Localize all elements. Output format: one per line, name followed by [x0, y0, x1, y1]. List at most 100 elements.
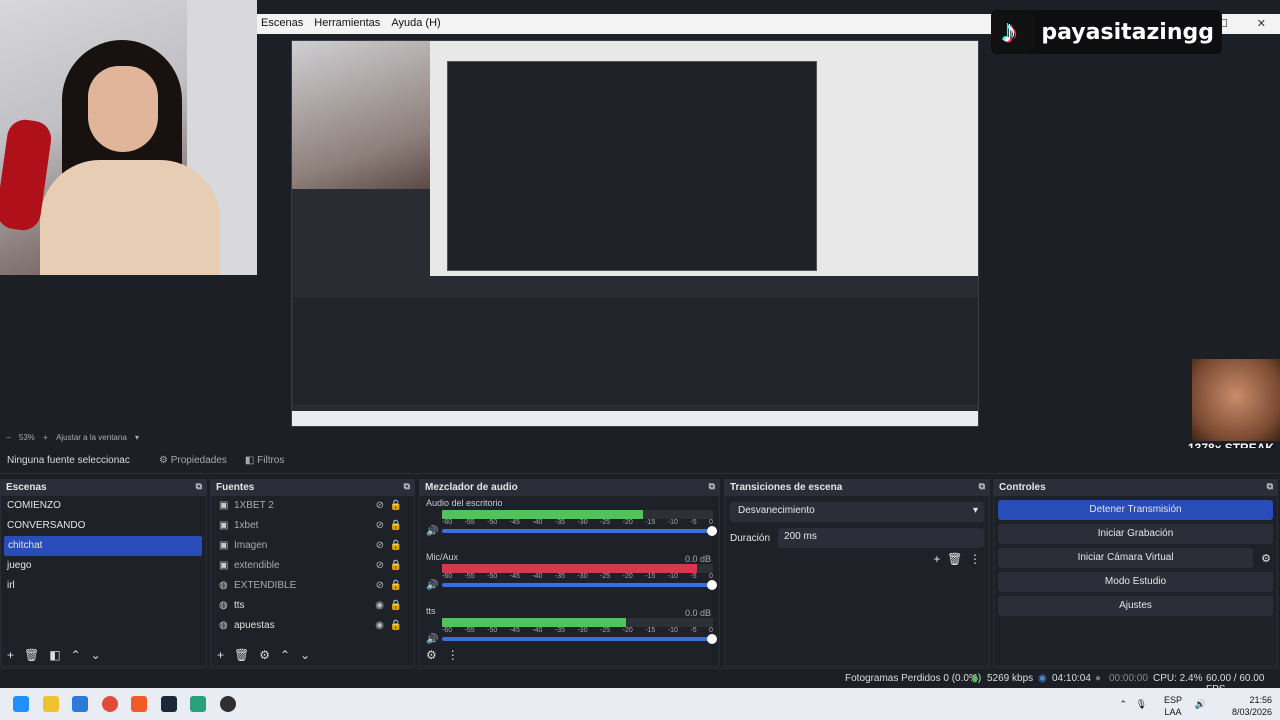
tiktok-username: payasitazingg	[1041, 19, 1214, 45]
source-item[interactable]: ◍ tts ◉ 🔒	[211, 596, 414, 616]
scene-item-selected[interactable]: chitchat	[4, 536, 202, 556]
mic-icon[interactable]: 🎙	[1136, 698, 1147, 710]
eye-hidden-icon[interactable]: ⊘	[376, 536, 384, 556]
transitions-title: Transiciones de escena	[730, 482, 843, 493]
filter-icon[interactable]: ◧	[49, 648, 60, 662]
chevron-up-icon[interactable]: ⌃	[1119, 698, 1127, 710]
more-icon[interactable]: ⋮	[447, 648, 459, 662]
menu-herramientas[interactable]: Herramientas	[310, 14, 384, 32]
speaker-icon[interactable]: 🔊	[426, 580, 438, 591]
volume-knob[interactable]	[707, 634, 717, 644]
volume-knob[interactable]	[707, 580, 717, 590]
eye-hidden-icon[interactable]: ⊘	[376, 576, 384, 596]
zoom-out-icon[interactable]: −	[6, 433, 11, 442]
add-icon[interactable]: +	[7, 648, 14, 662]
up-icon[interactable]: ⌃	[71, 648, 81, 662]
add-icon[interactable]: +	[933, 552, 940, 566]
menu-ayuda[interactable]: Ayuda (H)	[387, 14, 444, 32]
speaker-icon[interactable]: 🔊	[426, 634, 438, 645]
undock-icon[interactable]: ⧉	[979, 481, 985, 492]
trash-icon[interactable]: 🗑	[947, 552, 962, 566]
lock-icon[interactable]: 🔒	[390, 576, 402, 596]
duration-field[interactable]: 200 ms	[778, 528, 984, 548]
volume-slider[interactable]	[442, 580, 717, 590]
volume-knob[interactable]	[707, 526, 717, 536]
down-icon[interactable]: ⌄	[91, 648, 101, 662]
source-item[interactable]: ▣ extendible ⊘ 🔒	[211, 556, 414, 576]
gear-icon: ⚙	[159, 455, 171, 466]
scale-tick: -60	[442, 627, 453, 634]
lock-icon[interactable]: 🔒	[390, 536, 402, 556]
close-icon[interactable]: ✕	[1253, 14, 1270, 33]
source-item[interactable]: ◍ apuestas ◉ 🔒	[211, 616, 414, 636]
source-item[interactable]: ▣ 1XBET 2 ⊘ 🔒	[211, 496, 414, 516]
scale-tick: -50	[487, 519, 498, 526]
scene-item[interactable]: CONVERSANDO	[1, 516, 206, 536]
tiktok-icon	[991, 11, 1036, 53]
speaker-icon[interactable]: 🔊	[1195, 698, 1206, 710]
stream-preview[interactable]	[291, 40, 979, 427]
lang-code[interactable]: ESP	[1162, 694, 1184, 706]
eye-hidden-icon[interactable]: ⊘	[376, 516, 384, 536]
menu-escenas[interactable]: Escenas	[257, 14, 307, 32]
add-icon[interactable]: +	[217, 648, 224, 662]
trash-icon[interactable]: 🗑	[24, 648, 39, 662]
filters-button[interactable]: ◧ Filtros	[239, 452, 290, 469]
transition-select[interactable]: Desvanecimiento ▾	[730, 502, 984, 522]
scale-tick: -25	[600, 519, 611, 526]
file-explorer-icon[interactable]	[43, 696, 59, 712]
no-source-label: Ninguna fuente seleccionac	[7, 455, 130, 466]
stop-streaming-button[interactable]: Detener Transmisión	[998, 500, 1273, 520]
eye-hidden-icon[interactable]: ⊘	[376, 556, 384, 576]
lock-icon[interactable]: 🔒	[390, 516, 402, 536]
lock-icon[interactable]: 🔒	[390, 596, 402, 616]
notepad-icon[interactable]	[190, 696, 206, 712]
lock-icon[interactable]: 🔒	[390, 616, 402, 636]
undock-icon[interactable]: ⧉	[709, 481, 715, 492]
gear-icon[interactable]: ⚙	[1261, 552, 1271, 565]
scale-tick: -55	[464, 573, 475, 580]
fit-window[interactable]: Ajustar a la ventana	[56, 433, 127, 442]
studio-mode-button[interactable]: Modo Estudio	[998, 572, 1273, 592]
undock-icon[interactable]: ⧉	[1267, 481, 1273, 492]
scale-tick: -30	[577, 627, 588, 634]
more-icon[interactable]: ⋮	[969, 552, 981, 566]
source-item[interactable]: ◍ EXTENDIBLE ⊘ 🔒	[211, 576, 414, 596]
lock-icon[interactable]: 🔒	[390, 496, 402, 516]
start-virtual-camera-button[interactable]: Iniciar Cámara Virtual	[998, 548, 1254, 568]
scene-item[interactable]: irl	[1, 576, 206, 596]
scene-item[interactable]: juego	[1, 556, 206, 576]
scale-tick: -25	[600, 573, 611, 580]
brave-icon[interactable]	[131, 696, 147, 712]
volume-slider[interactable]	[442, 526, 717, 536]
eye-icon[interactable]: ◉	[375, 596, 384, 616]
speaker-icon[interactable]: 🔊	[426, 526, 438, 537]
undock-icon[interactable]: ⧉	[404, 481, 410, 492]
gear-icon[interactable]: ⚙	[259, 648, 270, 662]
bitrate: 5269 kbps	[987, 673, 1034, 684]
gear-icon[interactable]: ⚙	[426, 648, 437, 662]
clock-time[interactable]: 21:56	[1212, 694, 1272, 706]
obs-icon[interactable]	[220, 696, 236, 712]
up-icon[interactable]: ⌃	[280, 648, 290, 662]
scale-tick: -35	[554, 573, 566, 580]
trash-icon[interactable]: 🗑	[234, 648, 249, 662]
source-item[interactable]: ▣ Imagen ⊘ 🔒	[211, 536, 414, 556]
windows-start-icon[interactable]	[13, 696, 29, 712]
properties-button[interactable]: ⚙ Propiedades	[153, 452, 233, 469]
chrome-icon[interactable]	[102, 696, 118, 712]
eye-icon[interactable]: ◉	[375, 616, 384, 636]
settings-button[interactable]: Ajustes	[998, 596, 1273, 616]
start-recording-button[interactable]: Iniciar Grabación	[998, 524, 1273, 544]
volume-slider[interactable]	[442, 634, 717, 644]
scene-item[interactable]: COMIENZO	[1, 496, 206, 516]
eye-hidden-icon[interactable]: ⊘	[376, 496, 384, 516]
chevron-down-icon[interactable]: ▾	[135, 433, 139, 442]
lock-icon[interactable]: 🔒	[390, 556, 402, 576]
undock-icon[interactable]: ⧉	[196, 481, 202, 492]
source-item[interactable]: ▣ 1xbet ⊘ 🔒	[211, 516, 414, 536]
zoom-in-icon[interactable]: +	[43, 433, 48, 442]
down-icon[interactable]: ⌄	[300, 648, 310, 662]
steam-icon[interactable]	[161, 696, 177, 712]
app-icon[interactable]	[72, 696, 88, 712]
